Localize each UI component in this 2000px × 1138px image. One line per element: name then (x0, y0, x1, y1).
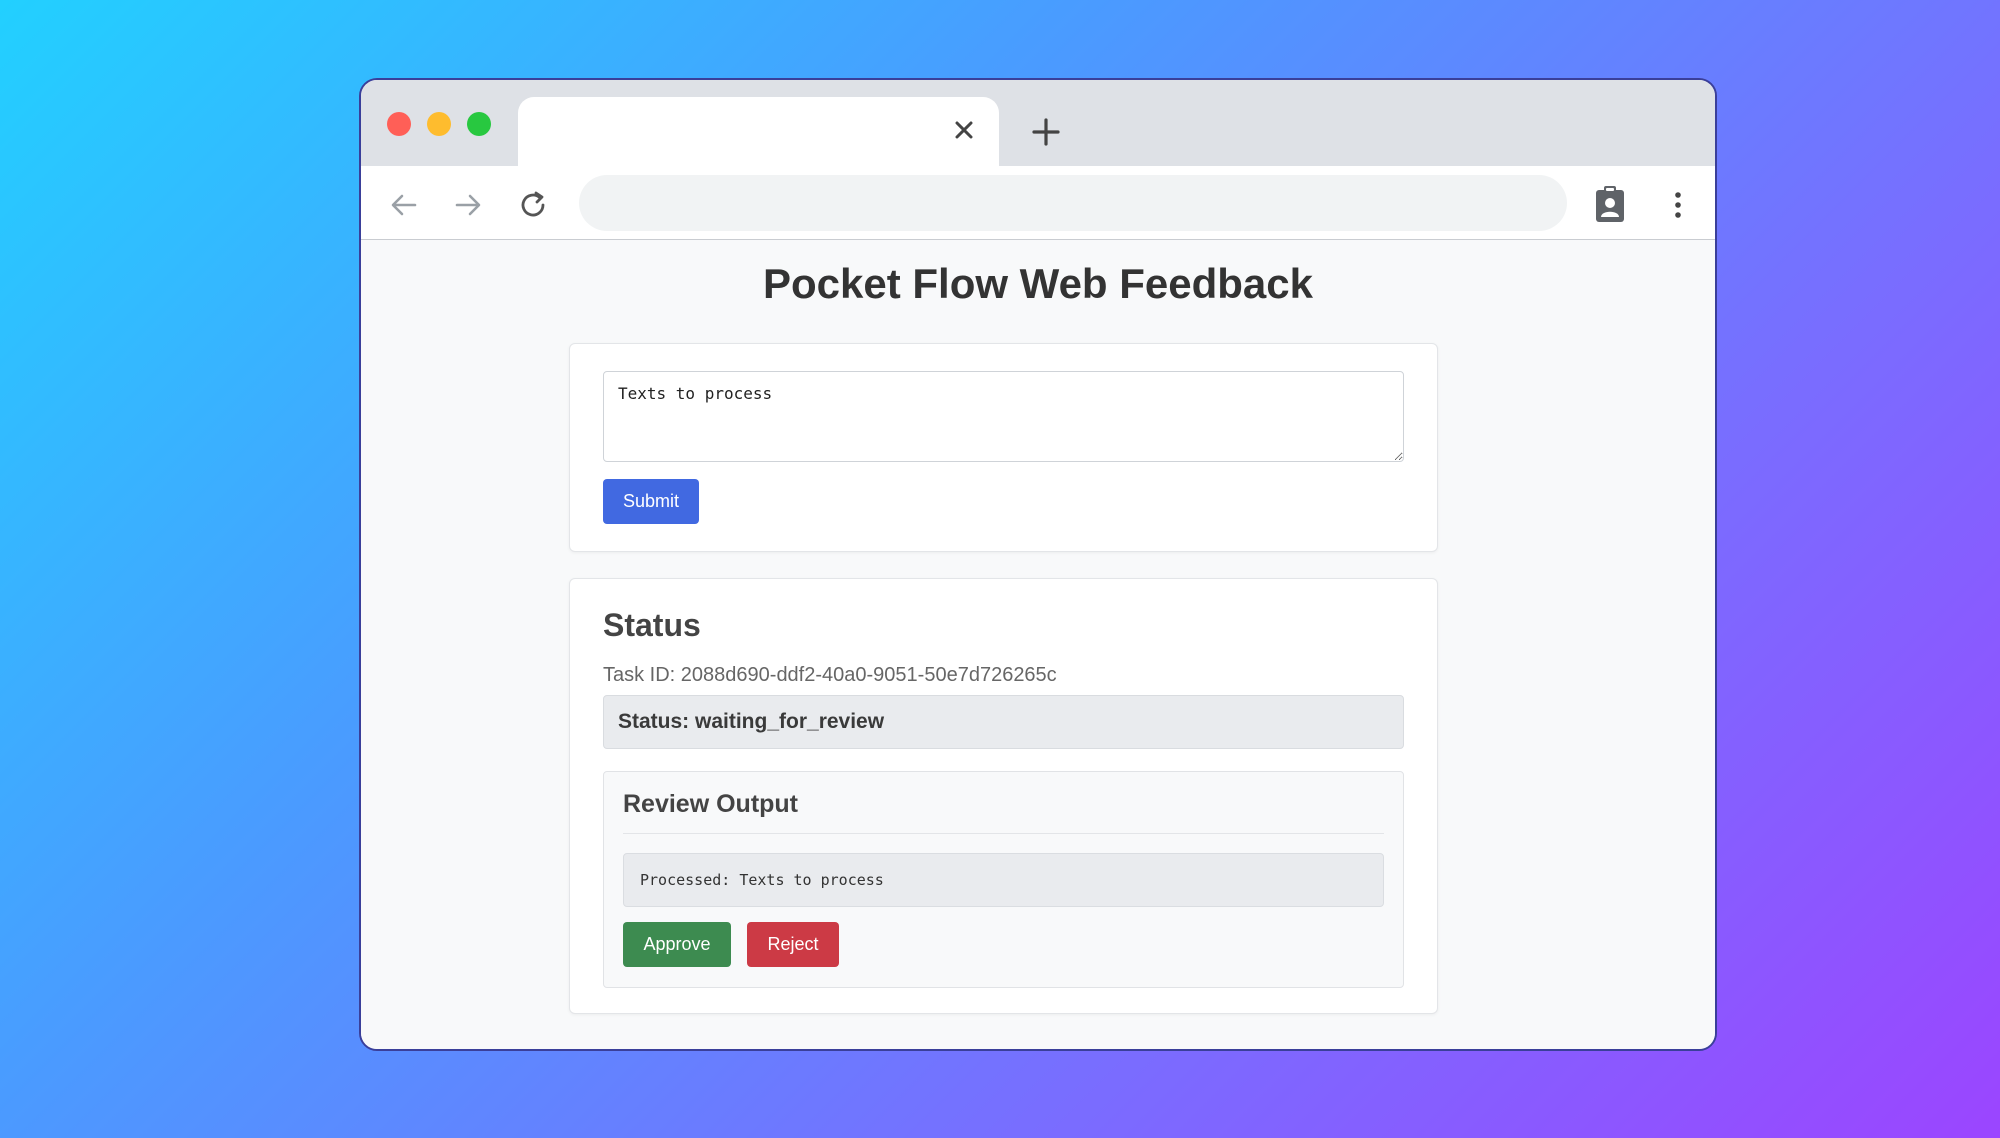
review-heading: Review Output (623, 790, 1384, 834)
reload-icon[interactable] (516, 188, 550, 222)
window-maximize-button[interactable] (467, 112, 491, 136)
clipboard-user-icon[interactable] (1591, 184, 1629, 224)
arrow-left-icon[interactable] (387, 188, 421, 222)
window-close-button[interactable] (387, 112, 411, 136)
kebab-menu-icon[interactable] (1661, 188, 1695, 222)
submit-button[interactable]: Submit (603, 479, 699, 524)
status-card: Status Task ID: 2088d690-ddf2-40a0-9051-… (569, 578, 1438, 1014)
text-input[interactable]: Texts to process (603, 371, 1404, 462)
status-badge: Status: waiting_for_review (603, 695, 1404, 749)
plus-icon[interactable] (1028, 114, 1064, 150)
approve-button[interactable]: Approve (623, 922, 731, 967)
reject-button[interactable]: Reject (747, 922, 839, 967)
task-id: Task ID: 2088d690-ddf2-40a0-9051-50e7d72… (603, 664, 1057, 686)
address-bar[interactable] (579, 175, 1567, 231)
browser-window: Pocket Flow Web Feedback Texts to proces… (359, 78, 1717, 1051)
input-card: Texts to process Submit (569, 343, 1438, 552)
window-minimize-button[interactable] (427, 112, 451, 136)
status-heading: Status (603, 607, 701, 643)
page-title: Pocket Flow Web Feedback (762, 260, 1314, 307)
close-icon[interactable] (949, 115, 979, 145)
review-output: Processed: Texts to process (623, 853, 1384, 907)
browser-toolbar (361, 166, 1715, 240)
arrow-right-icon[interactable] (451, 188, 485, 222)
review-panel: Review Output Processed: Texts to proces… (603, 771, 1404, 988)
page-content: Pocket Flow Web Feedback Texts to proces… (361, 240, 1715, 1049)
browser-tab[interactable] (518, 97, 999, 166)
tab-bar (361, 80, 1715, 166)
